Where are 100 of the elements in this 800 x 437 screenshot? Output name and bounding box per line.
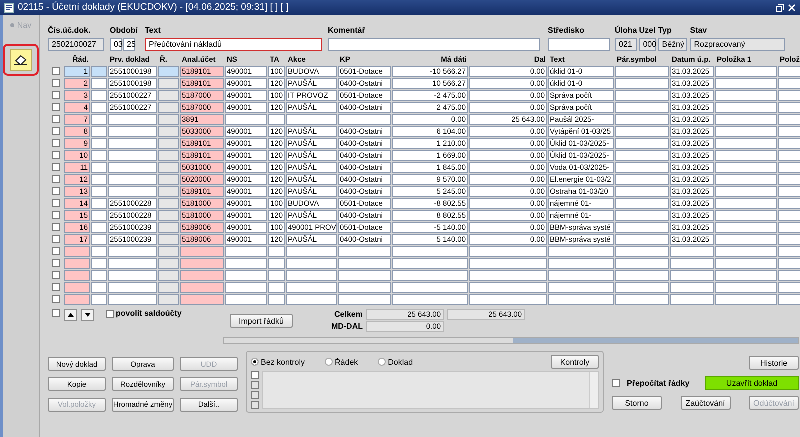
table-cell[interactable]	[715, 282, 777, 292]
table-cell[interactable]	[615, 282, 669, 292]
action-button[interactable]: Storno	[612, 396, 662, 410]
table-cell[interactable]	[225, 294, 267, 304]
row-checkbox[interactable]	[52, 199, 60, 207]
table-cell[interactable]	[64, 270, 90, 280]
table-cell[interactable]	[615, 234, 669, 244]
import-button[interactable]: Import řádků	[230, 314, 293, 328]
table-cell[interactable]	[268, 282, 285, 292]
table-cell[interactable]	[158, 210, 179, 220]
table-cell[interactable]	[108, 114, 157, 124]
table-cell[interactable]	[615, 126, 669, 136]
table-cell[interactable]	[64, 294, 90, 304]
table-cell[interactable]	[715, 258, 777, 268]
table-cell[interactable]	[778, 234, 800, 244]
table-cell[interactable]	[338, 258, 391, 268]
table-cell[interactable]	[268, 258, 285, 268]
table-cell[interactable]	[615, 90, 669, 100]
table-cell[interactable]	[91, 66, 107, 76]
row-checkbox[interactable]	[52, 79, 60, 87]
close-icon[interactable]	[788, 4, 796, 12]
table-cell[interactable]	[469, 282, 547, 292]
table-cell[interactable]	[715, 78, 777, 88]
table-cell[interactable]	[715, 90, 777, 100]
eraser-button[interactable]	[10, 49, 32, 71]
row-checkbox[interactable]	[52, 91, 60, 99]
table-cell[interactable]	[715, 150, 777, 160]
row-checkbox[interactable]	[52, 271, 60, 279]
row-checkbox[interactable]	[52, 283, 60, 291]
table-cell[interactable]	[469, 258, 547, 268]
recalc-checkbox[interactable]	[612, 379, 620, 387]
table-cell[interactable]	[469, 294, 547, 304]
table-cell[interactable]	[180, 282, 224, 292]
table-cell[interactable]	[108, 162, 157, 172]
table-cell[interactable]	[469, 270, 547, 280]
table-cell[interactable]	[715, 114, 777, 124]
table-cell[interactable]	[225, 270, 267, 280]
table-cell[interactable]	[158, 150, 179, 160]
table-cell[interactable]	[64, 282, 90, 292]
row-checkbox[interactable]	[52, 247, 60, 255]
select-all-checkbox[interactable]	[52, 309, 60, 317]
table-cell[interactable]	[715, 126, 777, 136]
table-cell[interactable]	[615, 294, 669, 304]
row-checkbox[interactable]	[52, 295, 60, 303]
table-cell[interactable]	[91, 174, 107, 184]
table-cell[interactable]	[108, 294, 157, 304]
table-cell[interactable]	[91, 90, 107, 100]
table-cell[interactable]	[615, 222, 669, 232]
table-cell[interactable]	[91, 294, 107, 304]
row-checkbox[interactable]	[52, 163, 60, 171]
action-button[interactable]: Zaúčtování	[680, 396, 730, 410]
table-cell[interactable]	[108, 258, 157, 268]
text-field[interactable]: 03	[110, 38, 122, 51]
table-cell[interactable]	[778, 102, 800, 112]
table-cell[interactable]	[615, 258, 669, 268]
table-cell[interactable]	[180, 270, 224, 280]
table-cell[interactable]	[91, 114, 107, 124]
table-cell[interactable]	[286, 258, 337, 268]
table-cell[interactable]	[158, 186, 179, 196]
table-cell[interactable]	[392, 246, 468, 256]
table-cell[interactable]	[548, 294, 614, 304]
table-cell[interactable]	[715, 234, 777, 244]
table-cell[interactable]	[715, 174, 777, 184]
row-checkbox[interactable]	[52, 151, 60, 159]
table-cell[interactable]	[778, 258, 800, 268]
table-cell[interactable]	[91, 258, 107, 268]
table-cell[interactable]	[615, 66, 669, 76]
table-cell[interactable]	[338, 294, 391, 304]
table-cell[interactable]	[615, 114, 669, 124]
table-cell[interactable]	[778, 282, 800, 292]
table-cell[interactable]	[158, 222, 179, 232]
table-cell[interactable]	[158, 126, 179, 136]
text-field[interactable]	[548, 38, 610, 51]
table-cell[interactable]	[715, 294, 777, 304]
row-checkbox[interactable]	[52, 259, 60, 267]
table-cell[interactable]	[392, 282, 468, 292]
history-button[interactable]: Historie	[749, 356, 799, 370]
table-cell[interactable]	[778, 126, 800, 136]
table-cell[interactable]	[91, 270, 107, 280]
table-cell[interactable]	[286, 294, 337, 304]
table-cell[interactable]	[91, 78, 107, 88]
table-cell[interactable]	[392, 270, 468, 280]
row-checkbox[interactable]	[52, 223, 60, 231]
table-cell[interactable]	[615, 174, 669, 184]
row-checkbox[interactable]	[52, 187, 60, 195]
table-cell[interactable]	[180, 294, 224, 304]
table-cell[interactable]	[225, 282, 267, 292]
table-cell[interactable]	[548, 270, 614, 280]
table-cell[interactable]	[615, 246, 669, 256]
table-cell[interactable]	[108, 270, 157, 280]
table-cell[interactable]	[91, 198, 107, 208]
row-checkbox[interactable]	[52, 103, 60, 111]
table-cell[interactable]	[91, 234, 107, 244]
table-cell[interactable]	[615, 150, 669, 160]
table-cell[interactable]	[670, 246, 714, 256]
table-cell[interactable]	[91, 162, 107, 172]
table-cell[interactable]	[778, 174, 800, 184]
text-field[interactable]: 25	[123, 38, 135, 51]
table-cell[interactable]	[91, 186, 107, 196]
list-checkbox[interactable]	[251, 371, 259, 379]
